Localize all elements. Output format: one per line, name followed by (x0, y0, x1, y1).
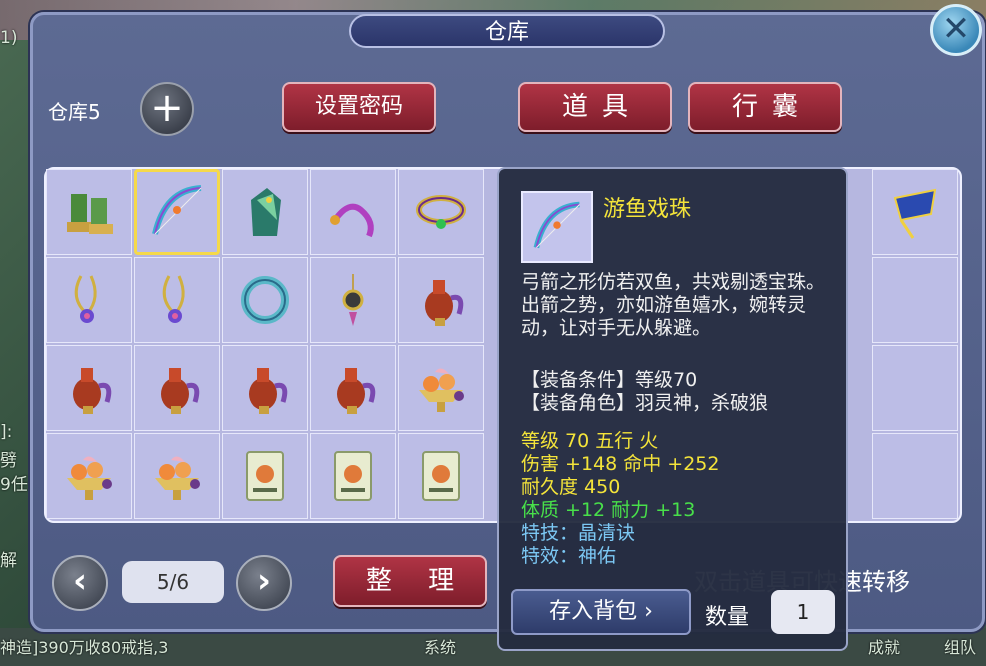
item-slot[interactable] (872, 433, 958, 519)
item-slot[interactable] (46, 345, 132, 431)
item-slot[interactable] (222, 169, 308, 255)
item-slot[interactable] (222, 345, 308, 431)
card-icon (246, 451, 284, 501)
fruit-bowl-icon (419, 368, 464, 412)
item-slot[interactable] (398, 433, 484, 519)
chat-tab[interactable]: 系统 (424, 634, 456, 658)
tooltip-stat-damage: 伤害 +148 命中 +252 (521, 453, 720, 475)
tab-backpack[interactable]: 行囊 (688, 82, 842, 132)
add-warehouse-button[interactable]: + (140, 82, 194, 136)
store-to-backpack-button[interactable]: 存入背包 › (511, 589, 691, 635)
gourd-icon (73, 368, 112, 414)
bow-icon (533, 201, 580, 249)
tooltip-stat-level: 等级 70 五行 火 (521, 430, 659, 452)
pendant-icon (342, 274, 364, 326)
whip-icon (330, 203, 374, 238)
tooltip-description: 弓箭之形仿若双鱼，共戏剔透宝珠。出箭之势，亦如游鱼嬉水，婉转灵动，让对手无从躲避… (521, 271, 826, 339)
item-slot[interactable] (872, 345, 958, 431)
store-button-label: 存入背包 (549, 599, 638, 624)
item-slot[interactable] (310, 345, 396, 431)
quantity-field[interactable]: 1 (771, 590, 835, 634)
tooltip-requirement-level: 【装备条件】等级70 (521, 369, 698, 391)
panel-title: 仓库 (349, 14, 665, 48)
card-icon (334, 451, 372, 501)
fan-icon (893, 188, 937, 239)
necklace-icon (74, 275, 97, 323)
item-slot[interactable] (134, 169, 220, 255)
chevron-right-icon: › (644, 599, 653, 624)
item-slot[interactable] (46, 257, 132, 343)
item-slot[interactable] (310, 169, 396, 255)
item-slot[interactable] (134, 257, 220, 343)
card-icon (422, 451, 460, 501)
prev-page-button[interactable]: ‹ (52, 555, 108, 611)
item-slot[interactable] (872, 169, 958, 255)
item-slot[interactable] (46, 433, 132, 519)
item-slot[interactable] (398, 345, 484, 431)
close-button[interactable]: ✕ (930, 4, 982, 56)
sort-button[interactable]: 整 理 (333, 555, 487, 607)
gourd-icon (425, 280, 464, 326)
ring-icon (416, 195, 466, 229)
tooltip-stat-durability: 耐久度 450 (521, 476, 621, 498)
jade-bracelet-icon (241, 276, 289, 324)
chat-tab[interactable]: 组队 (944, 634, 976, 658)
tooltip-item-icon (521, 191, 593, 263)
necklace-icon (162, 275, 185, 323)
bg-text: 劈 (0, 451, 17, 471)
set-password-button[interactable]: 设置密码 (282, 82, 436, 132)
bg-text: 9任 (0, 475, 28, 495)
fruit-bowl-icon (67, 456, 112, 500)
bow-icon (152, 185, 202, 235)
chat-tab[interactable]: 成就 (868, 634, 900, 658)
tooltip-item-name: 游鱼戏珠 (603, 197, 692, 222)
item-slot[interactable] (222, 433, 308, 519)
quantity-label: 数量 (705, 605, 750, 630)
bg-text: 1) (0, 28, 18, 48)
item-slot[interactable] (46, 169, 132, 255)
item-slot[interactable] (310, 257, 396, 343)
bg-text: ]: (0, 422, 13, 442)
gourd-icon (249, 368, 288, 414)
warehouse-label: 仓库5 (48, 100, 101, 124)
item-slot[interactable] (872, 257, 958, 343)
tooltip-stat-bonus: 体质 +12 耐力 +13 (521, 499, 696, 521)
chat-message: 神造]390万收80戒指,3 (0, 638, 169, 657)
gourd-icon (161, 368, 200, 414)
tab-items[interactable]: 道具 (518, 82, 672, 132)
bg-text: 解 (0, 551, 17, 571)
item-slot[interactable] (310, 433, 396, 519)
next-page-button[interactable]: › (236, 555, 292, 611)
tooltip-special-skill: 特技：晶清诀 (521, 522, 636, 544)
tooltip-requirement-role: 【装备角色】羽灵神，杀破狼 (521, 392, 769, 414)
fruit-bowl-icon (155, 456, 200, 500)
item-tooltip: 游鱼戏珠 弓箭之形仿若双鱼，共戏剔透宝珠。出箭之势，亦如游鱼嬉水，婉转灵动，让对… (497, 167, 848, 651)
item-slot[interactable] (398, 257, 484, 343)
tooltip-special-effect: 特效：神佑 (521, 545, 617, 567)
page-indicator: 5/6 (122, 561, 224, 603)
boots-icon (67, 194, 113, 234)
dragon-armor-icon (251, 188, 281, 236)
item-slot[interactable] (134, 433, 220, 519)
item-slot[interactable] (398, 169, 484, 255)
item-slot[interactable] (134, 345, 220, 431)
gourd-icon (337, 368, 376, 414)
item-slot[interactable] (222, 257, 308, 343)
